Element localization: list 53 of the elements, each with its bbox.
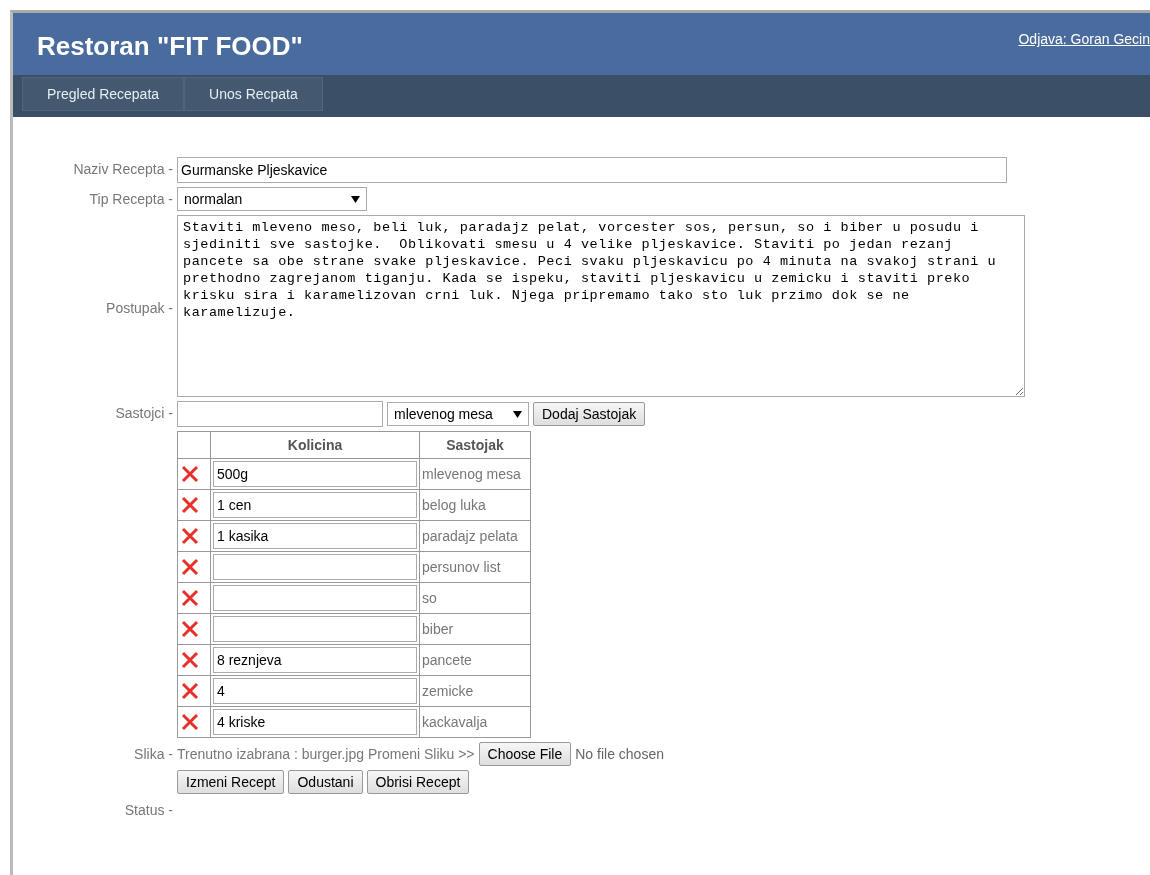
delete-icon[interactable] [180, 495, 200, 515]
steps-textarea[interactable]: Staviti mleveno meso, beli luk, paradajz pelat, vorcester sos, persun, so i biber u posudu i sjediniti sve sastojke. Oblikovati smesu u 4 velike pljeskavice. Staviti po jedan rezanj pancete sa obe strane svake pljeskavice. Peci svaku pljeskavicu po 4 minuta na svakoj strani u prethodno zagrejanom tiganju. Kada se ispeku, staviti pljeskavicu u zemicku i staviti preko krisku sira i karamelizovan crni luk. Njega pripremamo tako sto luk przimo dok se ne karamelizuje. [177, 215, 1025, 397]
table-cell: zemicke [419, 675, 531, 707]
current-image-text: Trenutno izabrana : burger.jpg Promeni Sliku >> [177, 746, 475, 762]
table-cell: kackavalja [419, 706, 531, 738]
nav-tab[interactable]: Pregled Recepata [22, 77, 185, 111]
action-button[interactable]: Izmeni Recept [177, 770, 285, 794]
field-label: Postupak - [105, 299, 173, 316]
column-header: Sastojak [419, 431, 531, 459]
field-label: Naziv Recepta - [72, 160, 173, 177]
file-status-text: No file chosen [575, 746, 664, 762]
ingredient-select[interactable]: mlevenog mesa [387, 402, 529, 426]
dropdown-caret-icon [351, 195, 360, 203]
amount-field[interactable] [213, 585, 417, 611]
add-ingredient-button[interactable]: Dodaj Sastojak [533, 402, 646, 426]
delete-icon[interactable] [180, 526, 200, 546]
delete-icon[interactable] [180, 557, 200, 577]
amount-field[interactable]: 1 cen [213, 492, 417, 518]
logout-link[interactable]: Odjava: Goran Gecin [1018, 31, 1150, 47]
field-label: Slika - [133, 745, 173, 762]
delete-icon[interactable] [180, 588, 200, 608]
amount-field[interactable]: 500g [213, 461, 417, 487]
delete-icon[interactable] [180, 712, 200, 732]
field-label: Status - [123, 801, 173, 818]
nav-tab[interactable]: Unos Recpata [184, 77, 323, 111]
table-cell: paradajz pelata [419, 520, 531, 552]
table-cell: belog luka [419, 489, 531, 521]
delete-icon[interactable] [180, 619, 200, 639]
amount-field[interactable]: 1 kasika [213, 523, 417, 549]
table-cell: mlevenog mesa [419, 458, 531, 490]
field-label: Tip Recepta - [88, 190, 173, 207]
amount-field[interactable]: 8 reznjeva [213, 647, 417, 673]
column-header: Kolicina [210, 431, 420, 459]
choose-file-button[interactable]: Choose File [478, 742, 572, 766]
delete-icon[interactable] [180, 650, 200, 670]
action-button[interactable]: Odustani [288, 770, 363, 794]
delete-icon[interactable] [180, 681, 200, 701]
amount-field[interactable] [213, 554, 417, 580]
table-cell: so [419, 582, 531, 614]
delete-icon[interactable] [180, 464, 200, 484]
site-title: Restoran "FIT FOOD" [37, 31, 303, 62]
amount-field[interactable] [213, 616, 417, 642]
field-label: Sastojci - [114, 404, 173, 421]
ingredient-field[interactable] [177, 401, 383, 427]
amount-field[interactable]: 4 kriske [213, 709, 417, 735]
amount-field[interactable]: 4 [213, 678, 417, 704]
table-cell: biber [419, 613, 531, 645]
name-field[interactable]: Gurmanske Pljeskavice [177, 157, 1007, 183]
dropdown-caret-icon [513, 410, 522, 418]
table-cell: persunov list [419, 551, 531, 583]
type-select[interactable]: normalan [177, 187, 367, 211]
table-cell: pancete [419, 644, 531, 676]
action-button[interactable]: Obrisi Recept [366, 770, 470, 794]
